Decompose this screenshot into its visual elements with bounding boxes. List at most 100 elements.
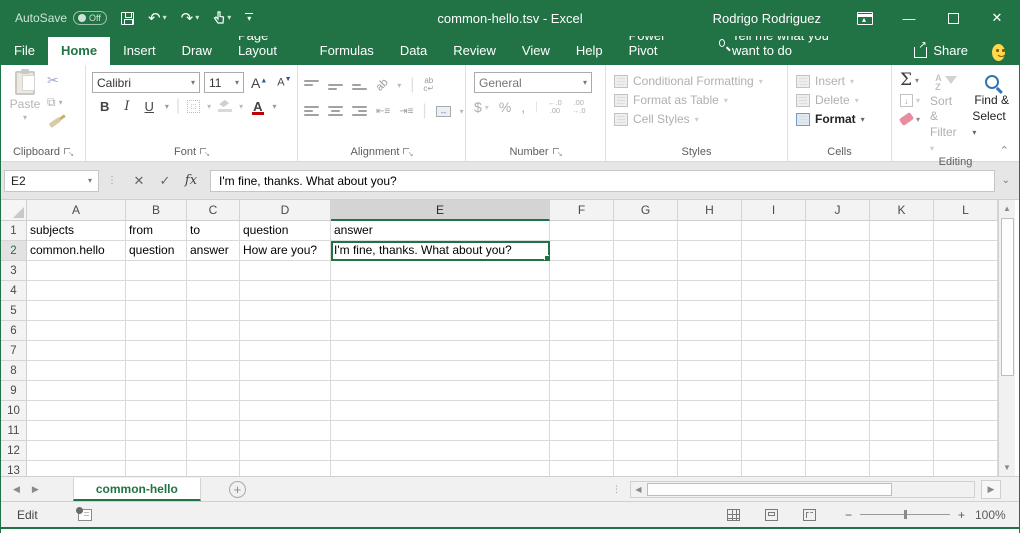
- cell-A5[interactable]: [27, 301, 126, 321]
- cell-F12[interactable]: [550, 441, 614, 461]
- cell-B10[interactable]: [126, 401, 187, 421]
- cell-A8[interactable]: [27, 361, 126, 381]
- cell-E1[interactable]: answer: [331, 221, 550, 241]
- cell-F10[interactable]: [550, 401, 614, 421]
- cell-styles-button[interactable]: Cell Styles▾: [614, 112, 763, 126]
- formula-bar-splitter[interactable]: ⋮: [99, 175, 126, 186]
- zoom-slider[interactable]: [860, 514, 950, 515]
- cell-E6[interactable]: [331, 321, 550, 341]
- maximize-button[interactable]: [931, 0, 975, 36]
- cell-D12[interactable]: [240, 441, 331, 461]
- paste-button[interactable]: Paste ▾: [3, 68, 47, 145]
- cell-F3[interactable]: [550, 261, 614, 281]
- cell-K4[interactable]: [870, 281, 934, 301]
- cut-button[interactable]: ✂: [47, 72, 63, 89]
- cell-L5[interactable]: [934, 301, 998, 321]
- cell-I9[interactable]: [742, 381, 806, 401]
- sort-filter-button[interactable]: AZ Sort & Filter ▾: [930, 72, 962, 155]
- column-header-L[interactable]: L: [934, 200, 998, 221]
- cell-E2[interactable]: I'm fine, thanks. What about you?: [331, 241, 550, 261]
- cell-L13[interactable]: [934, 461, 998, 476]
- cell-K9[interactable]: [870, 381, 934, 401]
- cell-K6[interactable]: [870, 321, 934, 341]
- font-size-combo[interactable]: 11▾: [204, 72, 244, 93]
- tab-draw[interactable]: Draw: [169, 37, 225, 65]
- row-header-5[interactable]: 5: [1, 301, 27, 321]
- cell-D10[interactable]: [240, 401, 331, 421]
- cell-E4[interactable]: [331, 281, 550, 301]
- cell-D8[interactable]: [240, 361, 331, 381]
- name-box-dropdown-icon[interactable]: ▾: [88, 176, 92, 185]
- cell-B13[interactable]: [126, 461, 187, 476]
- zoom-slider-thumb[interactable]: [904, 510, 907, 519]
- cell-L2[interactable]: [934, 241, 998, 261]
- autosave-toggle[interactable]: AutoSave Off: [15, 11, 107, 25]
- align-center-icon[interactable]: [328, 106, 343, 116]
- tab-insert[interactable]: Insert: [110, 37, 169, 65]
- cell-K8[interactable]: [870, 361, 934, 381]
- cell-I13[interactable]: [742, 461, 806, 476]
- autosum-button[interactable]: Σ▾: [900, 72, 920, 89]
- cell-C13[interactable]: [187, 461, 240, 476]
- sheetbar-splitter[interactable]: ⋮: [604, 484, 630, 495]
- select-all-button[interactable]: [1, 200, 27, 221]
- tab-home[interactable]: Home: [48, 37, 110, 65]
- decrease-indent-icon[interactable]: ⇤≡: [376, 106, 390, 117]
- cell-H3[interactable]: [678, 261, 742, 281]
- cell-B1[interactable]: from: [126, 221, 187, 241]
- cell-A4[interactable]: [27, 281, 126, 301]
- increase-font-button[interactable]: A▲: [248, 75, 270, 91]
- cell-C11[interactable]: [187, 421, 240, 441]
- cell-E10[interactable]: [331, 401, 550, 421]
- row-header-9[interactable]: 9: [1, 381, 27, 401]
- cell-J9[interactable]: [806, 381, 870, 401]
- touch-mode-dropdown-icon[interactable]: ▾: [227, 14, 231, 22]
- column-header-B[interactable]: B: [126, 200, 187, 221]
- cell-G2[interactable]: [614, 241, 678, 261]
- zoom-out-button[interactable]: −: [845, 508, 852, 522]
- column-header-I[interactable]: I: [742, 200, 806, 221]
- cell-H1[interactable]: [678, 221, 742, 241]
- cell-G1[interactable]: [614, 221, 678, 241]
- cell-J3[interactable]: [806, 261, 870, 281]
- customize-qat-button[interactable]: ▾: [245, 13, 253, 22]
- cell-H13[interactable]: [678, 461, 742, 476]
- cell-G4[interactable]: [614, 281, 678, 301]
- cell-F6[interactable]: [550, 321, 614, 341]
- cell-J2[interactable]: [806, 241, 870, 261]
- cell-E8[interactable]: [331, 361, 550, 381]
- cell-J5[interactable]: [806, 301, 870, 321]
- cell-K7[interactable]: [870, 341, 934, 361]
- cell-D1[interactable]: question: [240, 221, 331, 241]
- cell-C6[interactable]: [187, 321, 240, 341]
- cell-G11[interactable]: [614, 421, 678, 441]
- cell-D7[interactable]: [240, 341, 331, 361]
- cell-D13[interactable]: [240, 461, 331, 476]
- cell-J8[interactable]: [806, 361, 870, 381]
- cell-H9[interactable]: [678, 381, 742, 401]
- cell-G8[interactable]: [614, 361, 678, 381]
- macro-record-icon[interactable]: [78, 509, 92, 521]
- cell-B9[interactable]: [126, 381, 187, 401]
- tab-review[interactable]: Review: [440, 37, 509, 65]
- cell-A6[interactable]: [27, 321, 126, 341]
- cell-H5[interactable]: [678, 301, 742, 321]
- cell-I2[interactable]: [742, 241, 806, 261]
- cell-L12[interactable]: [934, 441, 998, 461]
- autosave-pill[interactable]: Off: [73, 11, 107, 25]
- share-button[interactable]: Share: [904, 37, 978, 65]
- row-header-13[interactable]: 13: [1, 461, 27, 476]
- cell-E12[interactable]: [331, 441, 550, 461]
- cell-I7[interactable]: [742, 341, 806, 361]
- delete-cells-button[interactable]: Delete▾: [796, 93, 865, 107]
- cell-K5[interactable]: [870, 301, 934, 321]
- horizontal-scroll-thumb[interactable]: [647, 483, 892, 496]
- middle-align-icon[interactable]: [328, 80, 343, 90]
- number-format-combo[interactable]: General▾: [474, 72, 592, 93]
- cell-K10[interactable]: [870, 401, 934, 421]
- page-break-view-button[interactable]: [791, 509, 829, 521]
- cell-J12[interactable]: [806, 441, 870, 461]
- redo-button[interactable]: ↷▾: [181, 11, 200, 26]
- cell-G10[interactable]: [614, 401, 678, 421]
- row-header-12[interactable]: 12: [1, 441, 27, 461]
